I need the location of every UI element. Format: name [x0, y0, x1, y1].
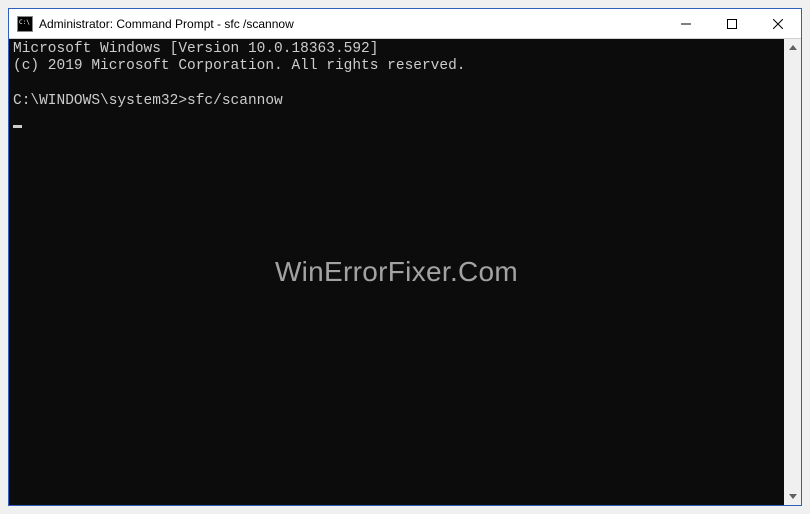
- scroll-down-arrow[interactable]: [784, 488, 801, 505]
- scroll-up-arrow[interactable]: [784, 39, 801, 56]
- titlebar[interactable]: C:\ Administrator: Command Prompt - sfc …: [9, 9, 801, 39]
- svg-text:C:\: C:\: [19, 19, 30, 26]
- window-controls: [663, 9, 801, 38]
- minimize-icon: [681, 19, 691, 29]
- chevron-up-icon: [789, 45, 797, 50]
- copyright-line: (c) 2019 Microsoft Corporation. All righ…: [13, 58, 465, 74]
- chevron-down-icon: [789, 494, 797, 499]
- watermark-text: WinErrorFixer.Com: [275, 255, 518, 289]
- command-text: sfc/scannow: [187, 93, 283, 109]
- command-prompt-window: C:\ Administrator: Command Prompt - sfc …: [8, 8, 802, 506]
- vertical-scrollbar[interactable]: [784, 39, 801, 505]
- cmd-icon: C:\: [17, 16, 33, 32]
- cursor: [13, 125, 22, 128]
- minimize-button[interactable]: [663, 9, 709, 38]
- console-output[interactable]: Microsoft Windows [Version 10.0.18363.59…: [9, 39, 784, 505]
- close-button[interactable]: [755, 9, 801, 38]
- close-icon: [773, 19, 783, 29]
- window-title: Administrator: Command Prompt - sfc /sca…: [39, 17, 663, 31]
- prompt-text: C:\WINDOWS\system32>: [13, 93, 187, 109]
- console-area: Microsoft Windows [Version 10.0.18363.59…: [9, 39, 801, 505]
- scroll-track[interactable]: [784, 56, 801, 488]
- maximize-icon: [727, 19, 737, 29]
- maximize-button[interactable]: [709, 9, 755, 38]
- version-line: Microsoft Windows [Version 10.0.18363.59…: [13, 41, 378, 57]
- prompt-line: C:\WINDOWS\system32>sfc/scannow: [13, 93, 283, 109]
